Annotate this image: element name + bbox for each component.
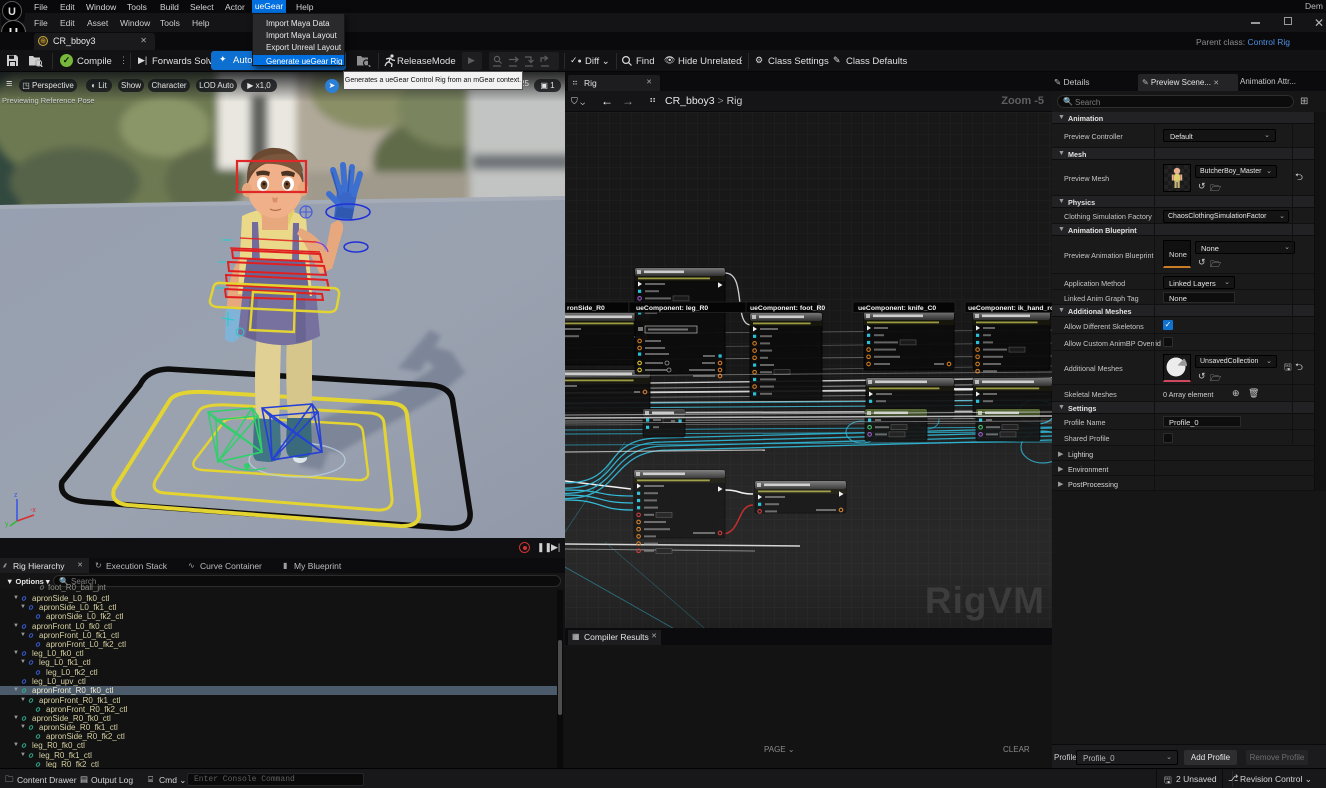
svg-text:-x: -x — [30, 507, 36, 514]
svg-text:ueComponent: leg_R0: ueComponent: leg_R0 — [636, 305, 708, 312]
svg-text:y: y — [5, 521, 9, 528]
svg-text:ueComponent: foot_R0: ueComponent: foot_R0 — [750, 305, 825, 312]
svg-text:z: z — [14, 492, 18, 499]
svg-text:ronSide_R0: ronSide_R0 — [567, 305, 605, 312]
svg-text:ueComponent: ik_hand_root_C0: ueComponent: ik_hand_root_C0 — [968, 305, 1052, 312]
svg-text:ueComponent: knife_C0: ueComponent: knife_C0 — [858, 305, 936, 312]
